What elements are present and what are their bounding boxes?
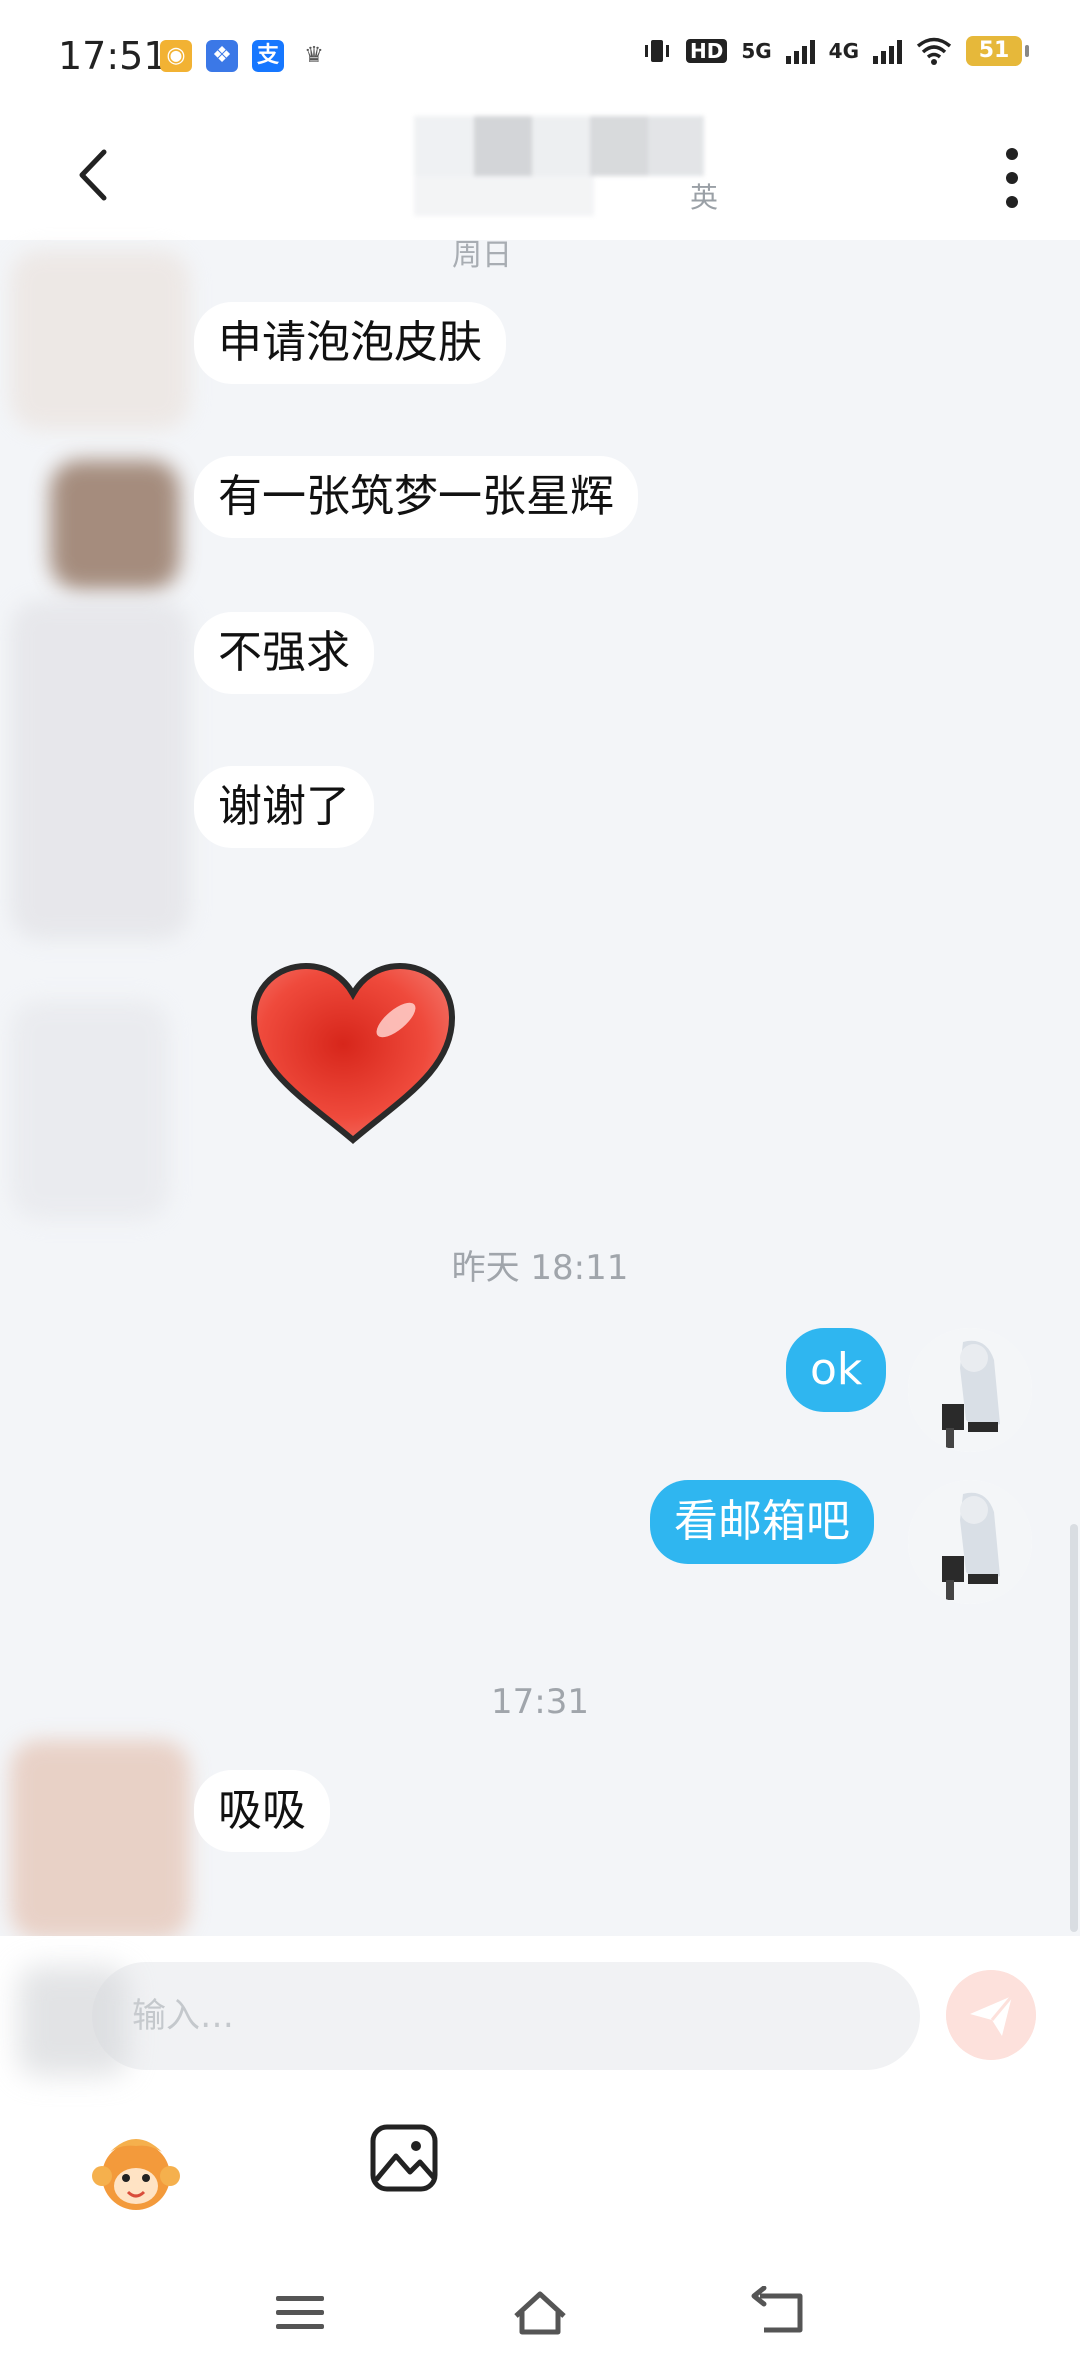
heart-sticker-icon[interactable] — [246, 960, 460, 1150]
status-app-icons: ◉ ❖ 支 ♛ — [160, 40, 330, 72]
contact-avatar — [10, 1740, 190, 1940]
my-avatar[interactable] — [908, 1480, 1032, 1604]
incoming-message[interactable]: 有一张筑梦一张星辉 — [194, 456, 638, 538]
network-4g-label: 4G — [828, 39, 859, 63]
status-bar: 17:51 ◉ ❖ 支 ♛ HD 5G 4G 51 — [0, 0, 1080, 116]
status-indicators: HD 5G 4G 51 — [642, 36, 1029, 66]
hd-icon: HD — [685, 39, 728, 63]
date-separator: 周日 — [452, 238, 512, 273]
battery-icon: 51 — [966, 36, 1029, 66]
message-timestamp: 17:31 — [491, 1682, 589, 1722]
incoming-message[interactable]: 吸吸 — [194, 1770, 330, 1852]
anime-avatar-icon — [908, 1328, 1032, 1452]
contact-avatar — [10, 600, 190, 940]
outgoing-message[interactable]: 看邮箱吧 — [650, 1480, 874, 1564]
menu-icon[interactable] — [270, 2286, 330, 2340]
baidu-icon: ❖ — [206, 40, 238, 72]
sticker-button[interactable] — [88, 2122, 184, 2218]
contact-avatar — [50, 460, 180, 590]
status-time: 17:51 — [58, 34, 168, 78]
scrollbar[interactable] — [1070, 1524, 1078, 1932]
signal-icon-2 — [873, 38, 902, 64]
contact-avatar — [10, 250, 190, 430]
my-avatar[interactable] — [908, 1328, 1032, 1452]
outgoing-message[interactable]: ok — [786, 1328, 887, 1412]
alipay-icon: 支 — [252, 40, 284, 72]
message-timestamp: 昨天 18:11 — [451, 1248, 629, 1288]
back-button[interactable] — [62, 140, 132, 210]
anime-avatar-icon — [908, 1480, 1032, 1604]
home-icon[interactable] — [510, 2286, 570, 2340]
contact-subtitle: 英 — [690, 181, 719, 214]
incoming-message[interactable]: 不强求 — [194, 612, 374, 694]
back-nav-icon[interactable] — [750, 2286, 810, 2340]
more-options-icon[interactable] — [984, 140, 1040, 216]
contact-avatar — [10, 1000, 170, 1220]
weibo-icon: ◉ — [160, 40, 192, 72]
chat-header: 英 — [0, 116, 1080, 240]
message-input[interactable] — [92, 1962, 920, 2070]
vibrate-icon — [644, 40, 669, 62]
network-5g-label: 5G — [741, 39, 772, 63]
chat-message-list[interactable]: 周日 申请泡泡皮肤 有一张筑梦一张星辉 不强求 谢谢了 昨天 18:11 ok — [0, 238, 1080, 1940]
send-button[interactable] — [946, 1970, 1036, 2060]
blurred-overlay — [18, 1966, 128, 2076]
incoming-message[interactable]: 谢谢了 — [194, 766, 374, 848]
incoming-message[interactable]: 申请泡泡皮肤 — [194, 302, 506, 384]
wifi-icon — [916, 37, 952, 65]
system-nav-bar — [0, 2250, 1080, 2376]
contact-name-redacted — [414, 116, 704, 226]
image-picker-button[interactable] — [368, 2122, 440, 2194]
crown-icon: ♛ — [304, 43, 324, 68]
signal-icon — [785, 38, 815, 64]
